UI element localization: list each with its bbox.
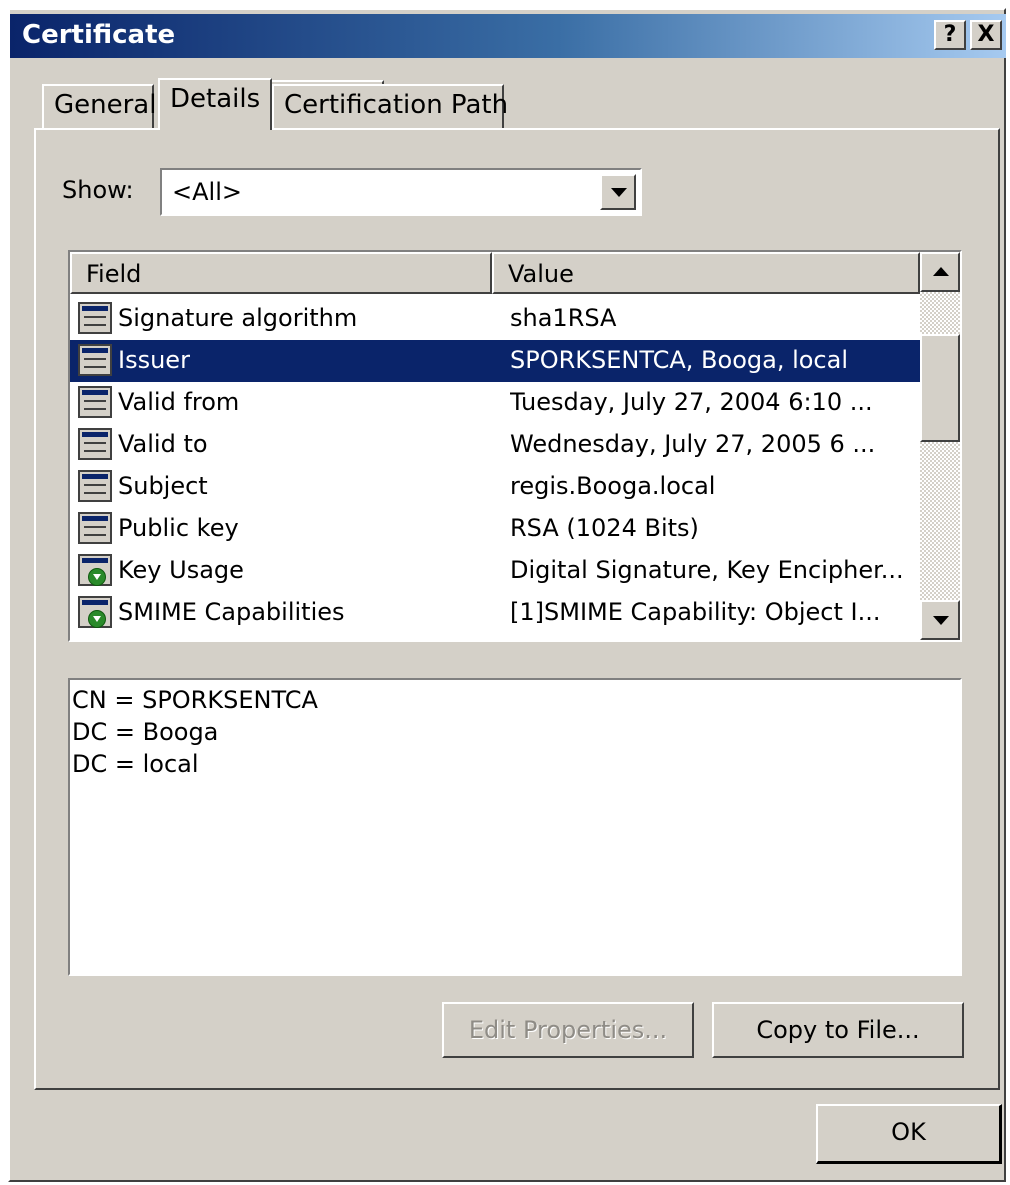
field-name: Issuer bbox=[118, 346, 190, 374]
chevron-down-icon bbox=[611, 188, 627, 197]
list-rows: Signature algorithm sha1RSA Issuer SPORK… bbox=[70, 298, 920, 634]
fields-list[interactable]: Field Value Signature algorithm sha1RSA … bbox=[68, 250, 962, 642]
field-value: Tuesday, July 27, 2004 6:10 ... bbox=[510, 388, 873, 416]
list-item-selected[interactable]: Issuer SPORKSENTCA, Booga, local bbox=[70, 340, 920, 382]
field-name: Valid to bbox=[118, 430, 208, 458]
certificate-field-icon bbox=[78, 302, 112, 334]
show-label: Show: bbox=[62, 176, 134, 204]
show-dropdown-button[interactable] bbox=[600, 174, 636, 210]
window-title: Certificate bbox=[22, 20, 176, 50]
edit-properties-button[interactable]: Edit Properties... bbox=[442, 1002, 694, 1058]
certificate-extension-icon bbox=[78, 554, 112, 586]
field-detail-text[interactable]: CN = SPORKSENTCA DC = Booga DC = local bbox=[68, 678, 962, 976]
field-value: SPORKSENTCA, Booga, local bbox=[510, 346, 910, 374]
list-item[interactable]: Signature algorithm sha1RSA bbox=[70, 298, 920, 340]
field-name: Signature algorithm bbox=[118, 304, 358, 332]
copy-to-file-button[interactable]: Copy to File... bbox=[712, 1002, 964, 1058]
field-name: Public key bbox=[118, 514, 239, 542]
list-item[interactable]: Subject regis.Booga.local bbox=[70, 466, 920, 508]
certificate-extension-icon bbox=[78, 596, 112, 628]
column-header-field-label: Field bbox=[86, 260, 142, 288]
column-header-value-label: Value bbox=[508, 260, 574, 288]
close-button[interactable]: X bbox=[970, 20, 1002, 50]
tab-general[interactable]: General bbox=[42, 84, 157, 128]
list-scrollbar[interactable] bbox=[920, 252, 960, 640]
list-item[interactable]: Valid to Wednesday, July 27, 2005 6 ... bbox=[70, 424, 920, 466]
field-value: RSA (1024 Bits) bbox=[510, 514, 699, 542]
show-dropdown[interactable]: <All> bbox=[160, 168, 642, 216]
scroll-up-button[interactable] bbox=[920, 252, 960, 292]
scroll-down-button[interactable] bbox=[920, 600, 960, 640]
certificate-field-icon bbox=[78, 344, 112, 376]
field-value: sha1RSA bbox=[510, 304, 617, 332]
list-item[interactable]: Key Usage Digital Signature, Key Enciphe… bbox=[70, 550, 920, 592]
list-item[interactable]: Valid from Tuesday, July 27, 2004 6:10 .… bbox=[70, 382, 920, 424]
help-button[interactable]: ? bbox=[934, 20, 966, 50]
column-header-value[interactable]: Value bbox=[492, 252, 920, 294]
ok-button[interactable]: OK bbox=[816, 1104, 1002, 1164]
certificate-field-icon bbox=[78, 512, 112, 544]
tab-certification-path-label: Certification Path bbox=[284, 90, 509, 120]
tab-details-label: Details bbox=[170, 84, 261, 114]
field-value: regis.Booga.local bbox=[510, 472, 716, 500]
chevron-down-icon bbox=[933, 616, 949, 625]
field-name: Subject bbox=[118, 472, 208, 500]
detail-line: DC = local bbox=[72, 750, 199, 778]
field-value: [1]SMIME Capability: Object I... bbox=[510, 598, 881, 626]
field-name: Key Usage bbox=[118, 556, 244, 584]
list-item[interactable]: Public key RSA (1024 Bits) bbox=[70, 508, 920, 550]
certificate-field-icon bbox=[78, 470, 112, 502]
tab-details[interactable]: Details bbox=[158, 78, 272, 130]
detail-line: CN = SPORKSENTCA bbox=[72, 686, 318, 714]
tab-certification-path[interactable]: Certification Path bbox=[272, 84, 508, 128]
scroll-thumb[interactable] bbox=[920, 334, 960, 442]
show-dropdown-value: <All> bbox=[172, 178, 242, 206]
chevron-up-icon bbox=[933, 267, 949, 276]
title-bar[interactable]: Certificate ? X bbox=[10, 14, 1006, 58]
certificate-field-icon bbox=[78, 428, 112, 460]
certificate-field-icon bbox=[78, 386, 112, 418]
detail-line: DC = Booga bbox=[72, 718, 219, 746]
field-name: SMIME Capabilities bbox=[118, 598, 345, 626]
field-name: Valid from bbox=[118, 388, 240, 416]
list-item[interactable]: SMIME Capabilities [1]SMIME Capability: … bbox=[70, 592, 920, 634]
field-value: Digital Signature, Key Encipher... bbox=[510, 556, 904, 584]
tab-general-label: General bbox=[54, 90, 157, 120]
column-header-field[interactable]: Field bbox=[70, 252, 492, 294]
field-value: Wednesday, July 27, 2005 6 ... bbox=[510, 430, 876, 458]
